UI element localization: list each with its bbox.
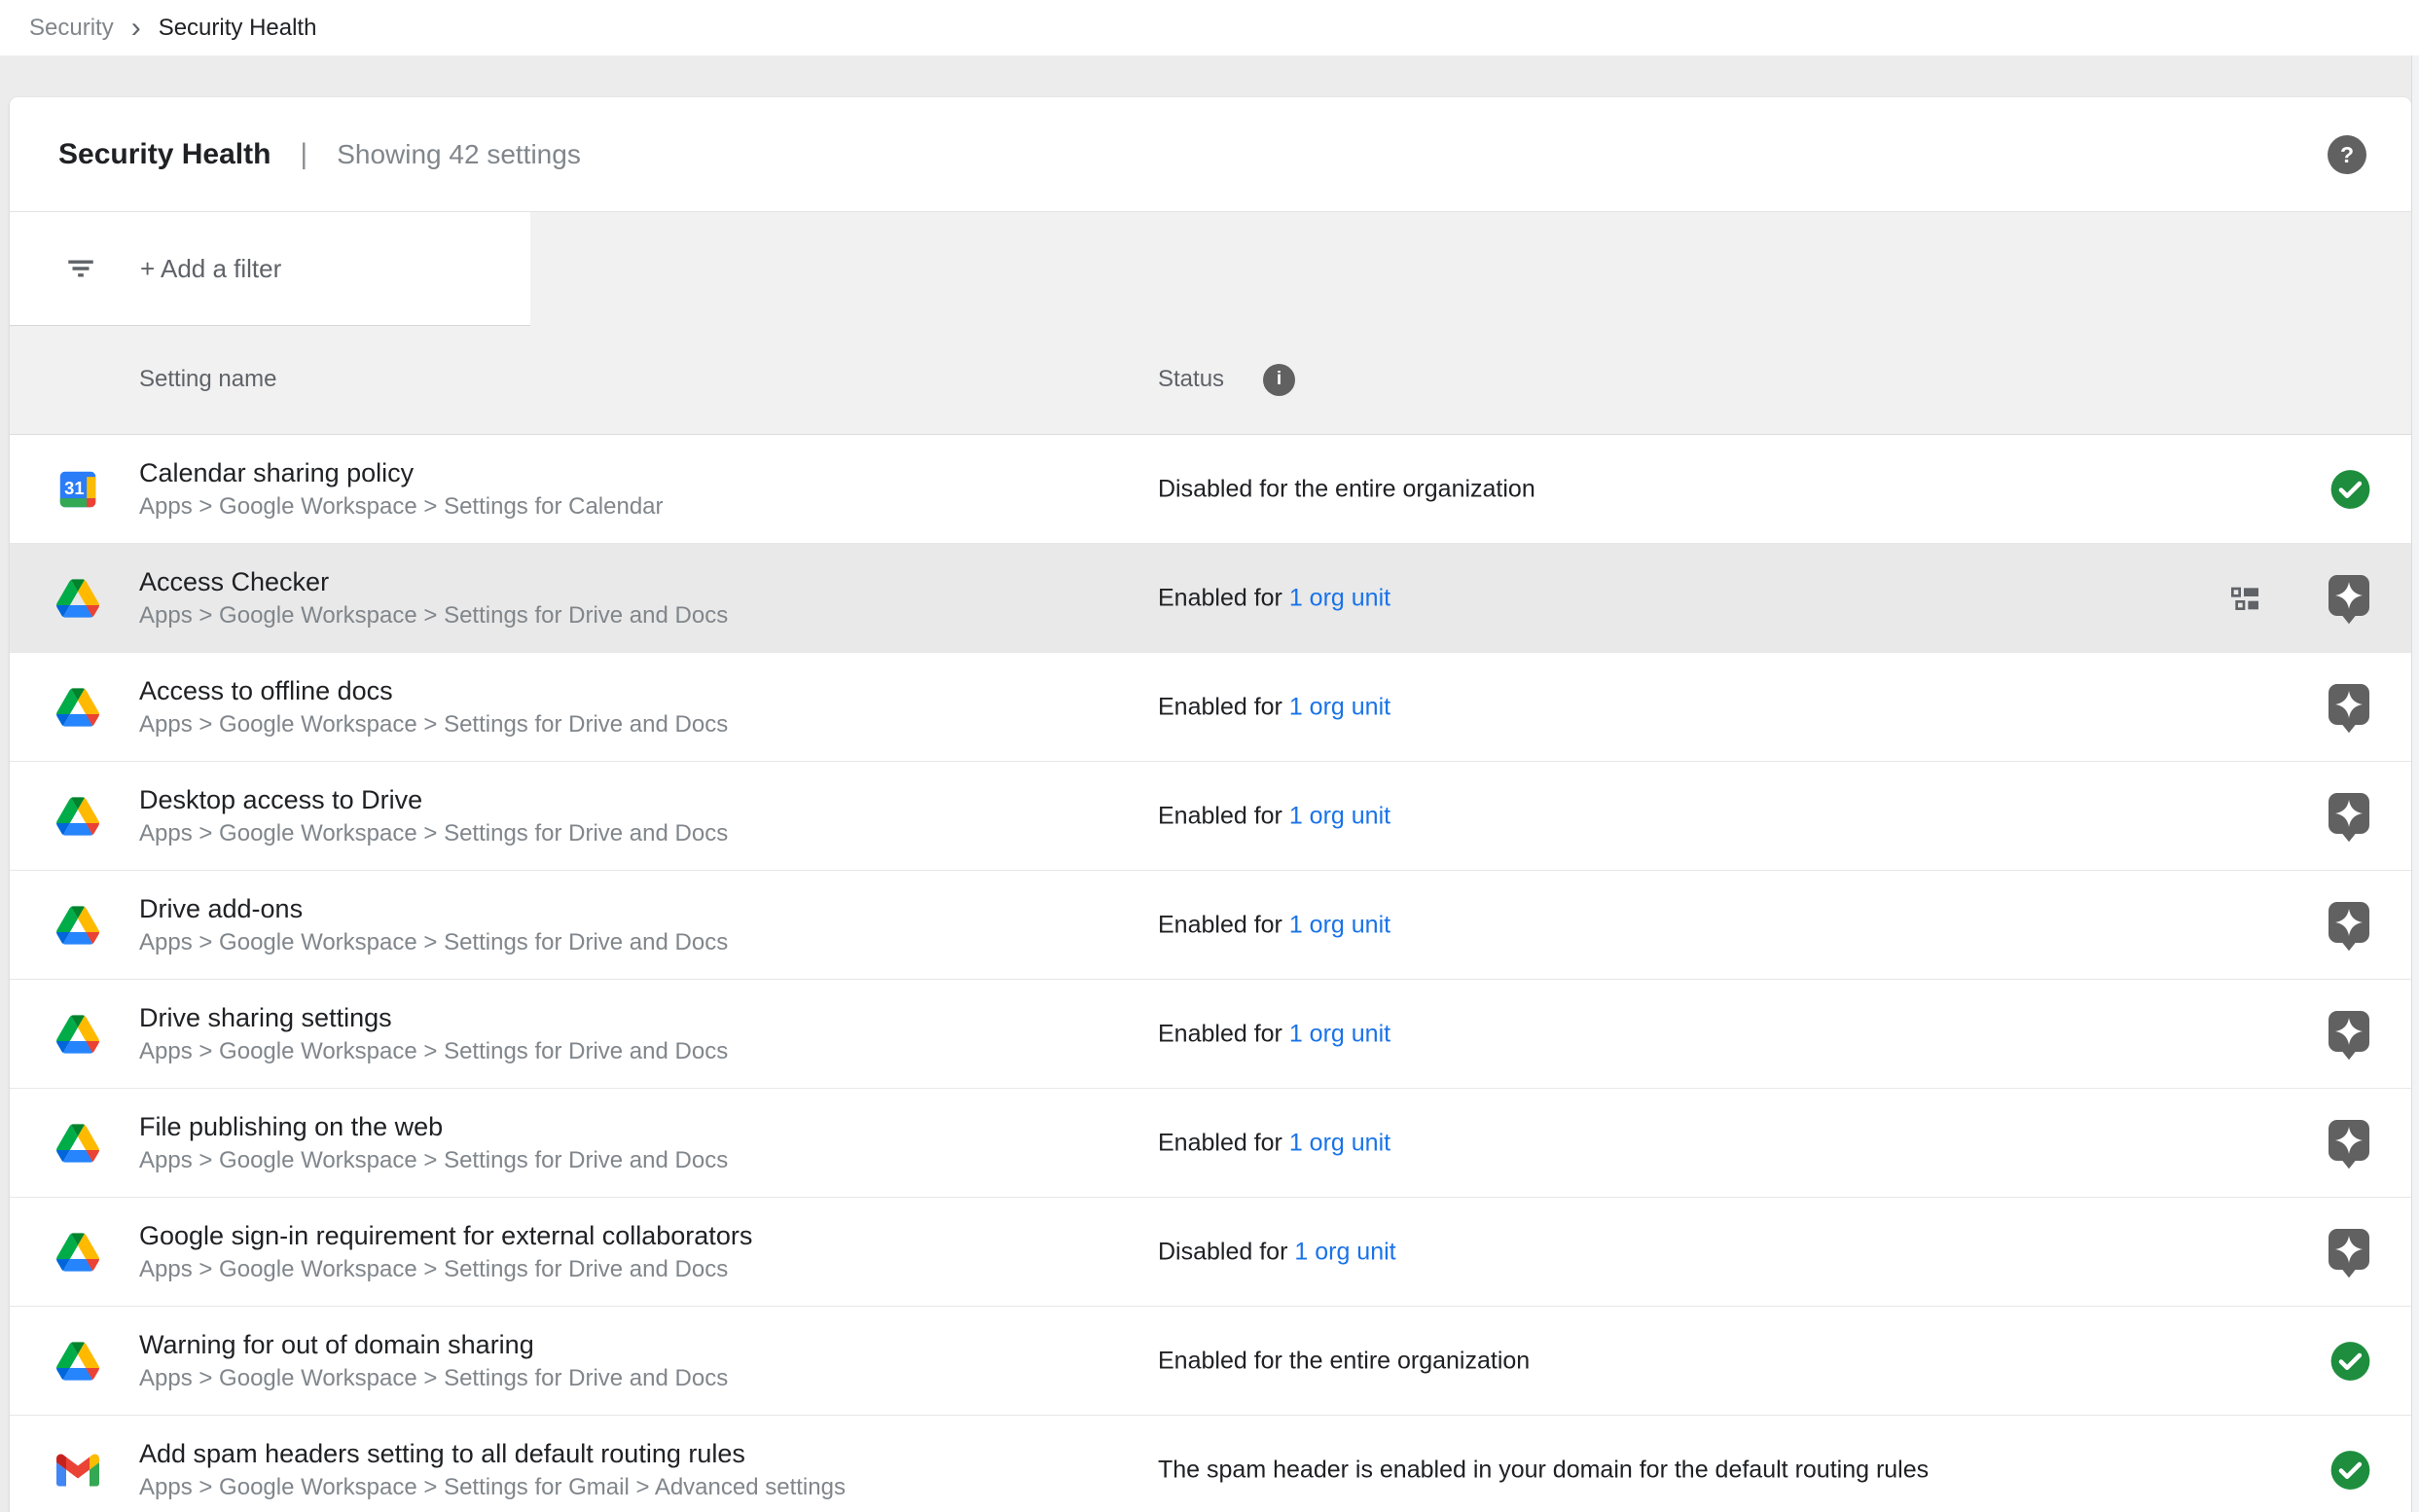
column-setting-name: Setting name (139, 366, 276, 393)
chevron-right-icon: › (131, 17, 141, 40)
recommendation-icon[interactable] (2326, 572, 2372, 625)
table-row[interactable]: 31 Calendar sharing policy Apps > Google… (10, 435, 2411, 544)
title-separator: | (300, 138, 307, 171)
breadcrumb: Security › Security Health (0, 0, 2419, 55)
drive-app-icon (56, 686, 99, 729)
page-title: Security Health (58, 138, 271, 171)
status-text: Disabled for (1158, 1238, 1294, 1265)
status-ok-icon (2329, 467, 2372, 511)
drive-app-icon (56, 795, 99, 838)
org-unit-link[interactable]: 1 org unit (1289, 1129, 1390, 1156)
settings-count: Showing 42 settings (337, 139, 581, 170)
status-text: Enabled for (1158, 584, 1289, 611)
recommendation-icon[interactable] (2326, 1226, 2372, 1278)
status-text: Enabled for (1158, 1129, 1289, 1156)
filter-list-icon (64, 252, 97, 285)
calendar-app-icon: 31 (56, 468, 99, 511)
table-header-row: Setting name Status i (10, 325, 2411, 434)
org-unit-link[interactable]: 1 org unit (1289, 693, 1390, 720)
setting-status: Disabled for the entire organization (1158, 475, 1535, 503)
drive-app-icon (56, 577, 99, 620)
drive-app-icon (56, 1231, 99, 1274)
status-ok-icon (2329, 1448, 2372, 1492)
drive-app-icon (56, 1340, 99, 1383)
security-health-card: Security Health | Showing 42 settings ? … (10, 97, 2411, 1512)
settings-list: 31 Calendar sharing policy Apps > Google… (10, 435, 2411, 1512)
setting-status: Enabled for 1 org unit (1158, 1020, 1390, 1048)
org-unit-link[interactable]: 1 org unit (1289, 911, 1390, 938)
status-text: Enabled for (1158, 693, 1289, 720)
column-status: Status (1158, 366, 1224, 393)
table-row[interactable]: Drive sharing settings Apps > Google Wor… (10, 980, 2411, 1089)
recommendation-icon[interactable] (2326, 681, 2372, 734)
recommendation-icon[interactable] (2326, 1008, 2372, 1061)
status-text: Enabled for the entire organization (1158, 1347, 1530, 1374)
table-row[interactable]: Google sign-in requirement for external … (10, 1198, 2411, 1307)
drive-app-icon (56, 1122, 99, 1165)
card-header: Security Health | Showing 42 settings ? (10, 97, 2411, 212)
setting-status: Disabled for 1 org unit (1158, 1238, 1396, 1266)
status-text: Enabled for (1158, 802, 1289, 829)
table-row[interactable]: Drive add-ons Apps > Google Workspace > … (10, 871, 2411, 980)
scrollbar-track[interactable] (2411, 55, 2419, 1512)
svg-text:31: 31 (64, 478, 84, 498)
org-unit-link[interactable]: 1 org unit (1294, 1238, 1395, 1265)
filter-and-columns: + Add a filter Setting name Status i (10, 212, 2411, 435)
org-unit-link[interactable]: 1 org unit (1289, 1020, 1390, 1047)
org-unit-link[interactable]: 1 org unit (1289, 802, 1390, 829)
org-unit-icon (2228, 579, 2267, 618)
setting-status: Enabled for 1 org unit (1158, 911, 1390, 939)
table-row[interactable]: Desktop access to Drive Apps > Google Wo… (10, 762, 2411, 871)
status-info-icon[interactable]: i (1263, 364, 1295, 396)
setting-status: Enabled for 1 org unit (1158, 693, 1390, 721)
setting-status: The spam header is enabled in your domai… (1158, 1456, 1929, 1484)
status-text: Enabled for (1158, 911, 1289, 938)
status-text: Disabled for the entire organization (1158, 475, 1535, 502)
setting-status: Enabled for 1 org unit (1158, 584, 1390, 612)
setting-status: Enabled for 1 org unit (1158, 802, 1390, 830)
status-text: The spam header is enabled in your domai… (1158, 1456, 1929, 1483)
breadcrumb-item-security-health: Security Health (159, 15, 317, 42)
breadcrumb-item-security[interactable]: Security (29, 15, 114, 42)
drive-app-icon (56, 904, 99, 947)
add-filter-label: + Add a filter (140, 254, 281, 284)
question-mark-icon: ? (2340, 142, 2354, 168)
table-row[interactable]: Warning for out of domain sharing Apps >… (10, 1307, 2411, 1416)
gmail-app-icon (56, 1449, 99, 1492)
setting-status: Enabled for the entire organization (1158, 1347, 1530, 1375)
recommendation-icon[interactable] (2326, 790, 2372, 843)
setting-status: Enabled for 1 org unit (1158, 1129, 1390, 1157)
table-row[interactable]: File publishing on the web Apps > Google… (10, 1089, 2411, 1198)
table-row[interactable]: Access Checker Apps > Google Workspace >… (10, 544, 2411, 653)
recommendation-icon[interactable] (2326, 899, 2372, 952)
recommendation-icon[interactable] (2326, 1117, 2372, 1170)
org-unit-link[interactable]: 1 org unit (1289, 584, 1390, 611)
table-row[interactable]: Add spam headers setting to all default … (10, 1416, 2411, 1512)
drive-app-icon (56, 1013, 99, 1056)
help-button[interactable]: ? (2328, 135, 2366, 174)
table-row[interactable]: Access to offline docs Apps > Google Wor… (10, 653, 2411, 762)
info-glyph: i (1277, 369, 1282, 390)
status-ok-icon (2329, 1339, 2372, 1383)
status-text: Enabled for (1158, 1020, 1289, 1047)
add-filter-button[interactable]: + Add a filter (10, 212, 530, 326)
